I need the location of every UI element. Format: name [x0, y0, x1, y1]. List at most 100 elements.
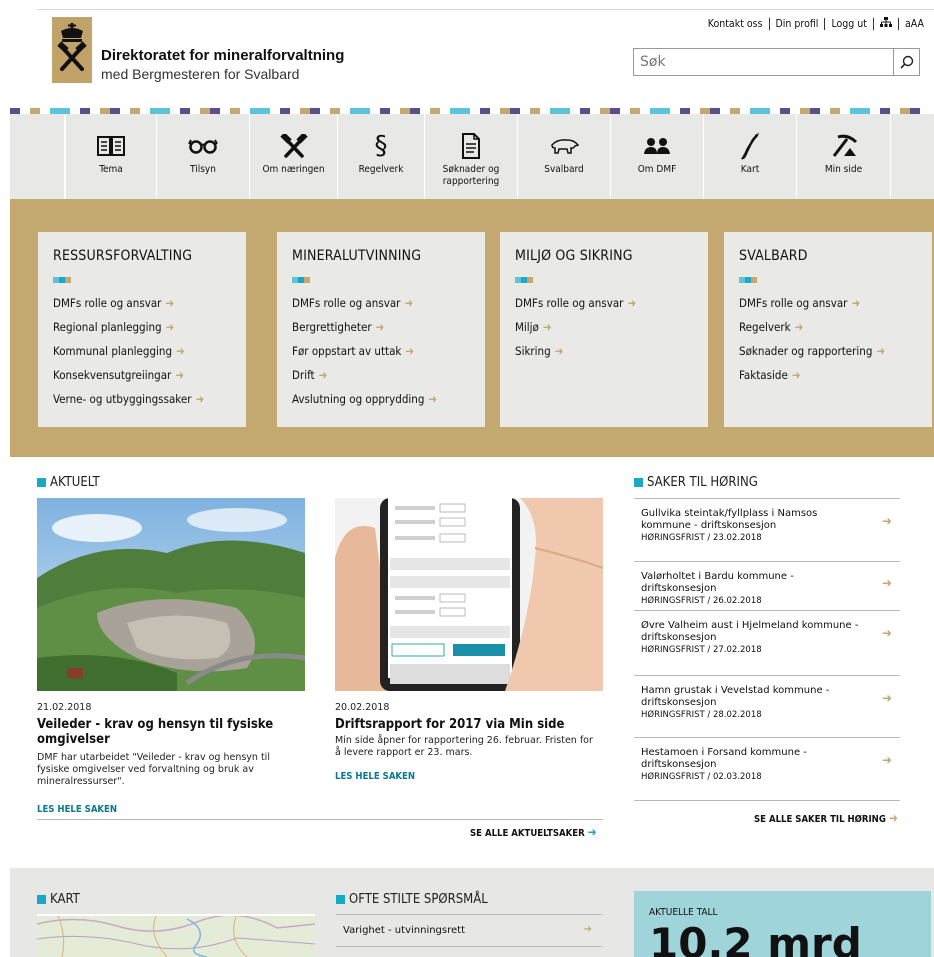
hearing-item[interactable]: Hestamoen i Forsand kommune - driftskons… — [634, 737, 900, 782]
nav-svalbard[interactable]: Svalbard — [518, 114, 611, 199]
see-all-news-link[interactable]: SE ALLE AKTUELTSAKER ➜ — [470, 825, 597, 839]
card-title[interactable]: MILJØ OG SIKRING — [515, 248, 693, 264]
top-links: Kontakt oss Din profil Logg ut aAA — [708, 17, 924, 31]
nav-tilsyn[interactable]: Tilsyn — [157, 114, 250, 199]
horing-heading: SAKER TIL HØRING — [634, 475, 758, 490]
card-title[interactable]: MINERALUTVINNING — [292, 248, 470, 264]
nav-regelverk[interactable]: § Regelverk — [338, 114, 425, 199]
card-marker — [53, 277, 231, 283]
card-link-text: Faktaside — [739, 368, 788, 382]
arrow-right-icon: ➜ — [794, 320, 804, 334]
nav-label: Tema — [99, 164, 123, 175]
document-icon — [461, 132, 481, 160]
card-link-text: Søknader og rapportering — [739, 344, 873, 358]
news-title[interactable]: Veileder - krav og hensyn til fysiske om… — [37, 717, 307, 747]
card-link[interactable]: Kommunal planlegging ➜ — [53, 339, 231, 363]
main-nav: Tema Tilsyn Om næringen § Regelverk Søknader … — [10, 114, 934, 199]
hearing-item[interactable]: Øvre Valheim aust i Hjelmeland kommune -… — [634, 610, 900, 655]
nav-label: Regelverk — [358, 164, 404, 175]
hearing-title: Hamn grustak i Vevelstad kommune - drift… — [641, 685, 830, 708]
nav-om-næringen[interactable]: Om næringen — [250, 114, 338, 199]
profile-link[interactable]: Din profil — [776, 18, 819, 30]
nav-kart[interactable]: Kart — [704, 114, 797, 199]
card-link[interactable]: Søknader og rapportering ➜ — [739, 339, 917, 363]
arrow-right-icon: ➜ — [888, 811, 898, 825]
nav-om-dmf[interactable]: Om DMF — [611, 114, 704, 199]
aktuelt-heading: AKTUELT — [37, 475, 100, 490]
book-icon — [97, 132, 125, 160]
card-link[interactable]: Konsekvensutgreiingar ➜ — [53, 363, 231, 387]
card-title[interactable]: RESSURSFORVALTING — [53, 248, 231, 264]
news-image-quarry[interactable] — [37, 498, 306, 691]
hearing-item[interactable]: Valørholtet i Bardu kommune - driftskons… — [634, 561, 900, 606]
search-input[interactable] — [634, 49, 893, 75]
text-size-link[interactable]: aAA — [905, 18, 924, 30]
pickaxe-icon — [830, 132, 858, 160]
arrow-right-icon: ➜ — [375, 320, 385, 334]
arrow-right-icon: ➜ — [583, 924, 592, 935]
faq-heading-text: OFTE STILTE SPØRSMÅL — [349, 892, 488, 907]
current-figures-box[interactable]: AKTUELLE TALL 10,2 mrd — [634, 891, 931, 957]
logout-link[interactable]: Logg ut — [831, 18, 867, 30]
hearing-deadline: HØRINGSFRIST / 26.02.2018 — [641, 596, 762, 606]
norway-map-icon — [739, 132, 761, 160]
dmf-logo[interactable] — [52, 17, 92, 83]
read-more-link[interactable]: LES HELE SAKEN — [37, 804, 117, 815]
card-link[interactable]: Regional planlegging ➜ — [53, 315, 231, 339]
current-figures-value: 10,2 mrd — [649, 919, 862, 957]
card-link[interactable]: DMFs rolle og ansvar ➜ — [739, 291, 917, 315]
org-name[interactable]: Direktoratet for mineralforvaltning — [101, 47, 344, 64]
card-link[interactable]: DMFs rolle og ansvar ➜ — [292, 291, 470, 315]
card-title[interactable]: SVALBARD — [739, 248, 917, 264]
nav-søknader-og-rapportering[interactable]: Søknader og rapportering — [425, 114, 518, 199]
arrow-right-icon: ➜ — [881, 691, 892, 705]
news-title[interactable]: Driftsrapport for 2017 via Min side — [335, 717, 605, 732]
card-link[interactable]: Regelverk ➜ — [739, 315, 917, 339]
search-button[interactable] — [893, 49, 919, 75]
see-all-news-text: SE ALLE AKTUELTSAKER — [470, 828, 585, 839]
arrow-right-icon: ➜ — [404, 296, 414, 310]
heading-marker — [37, 478, 46, 487]
people-icon — [643, 132, 671, 160]
nav-tema[interactable]: Tema — [65, 114, 157, 199]
card-link[interactable]: Avslutning og opprydding ➜ — [292, 387, 470, 411]
paragraph-icon: § — [374, 131, 388, 161]
heading-marker — [336, 895, 345, 904]
card-link[interactable]: DMFs rolle og ansvar ➜ — [53, 291, 231, 315]
hearing-item[interactable]: Gullvika steintak/fyllplass i Namsos kom… — [634, 498, 900, 543]
card-link[interactable]: Verne- og utbyggingssaker ➜ — [53, 387, 231, 411]
topic-card: MINERALUTVINNING DMFs rolle og ansvar ➜ Ber… — [277, 232, 485, 427]
glasses-icon — [188, 132, 218, 160]
read-more-link[interactable]: LES HELE SAKEN — [335, 771, 415, 782]
separator — [768, 18, 770, 30]
nav-min-side[interactable]: Min side — [797, 114, 891, 199]
nav-label: Svalbard — [544, 164, 584, 175]
hammers-icon — [279, 132, 308, 160]
map-preview[interactable] — [37, 914, 315, 957]
card-link[interactable]: Før oppstart av uttak ➜ — [292, 339, 470, 363]
sitemap-icon[interactable] — [879, 17, 892, 31]
contact-link[interactable]: Kontakt oss — [708, 18, 763, 30]
card-link[interactable]: Drift ➜ — [292, 363, 470, 387]
news-image-phone[interactable] — [335, 498, 604, 691]
faq-item[interactable]: Varighet - utvinningsrett ➜ — [336, 914, 602, 946]
card-link[interactable]: Sikring ➜ — [515, 339, 693, 363]
card-link[interactable]: Faktaside ➜ — [739, 363, 917, 387]
card-link[interactable]: Bergrettigheter ➜ — [292, 315, 470, 339]
faq-item-text: Varighet - utvinningsrett — [343, 925, 465, 936]
see-all-horing-link[interactable]: SE ALLE SAKER TIL HØRING ➜ — [754, 811, 898, 825]
kart-heading: KART — [37, 892, 80, 907]
org-subtitle: med Bergmesteren for Svalbard — [101, 66, 300, 82]
card-link[interactable]: DMFs rolle og ansvar ➜ — [515, 291, 693, 315]
nav-label: Min side — [824, 164, 863, 175]
arrow-right-icon: ➜ — [627, 296, 637, 310]
hearing-deadline: HØRINGSFRIST / 28.02.2018 — [641, 710, 762, 720]
arrow-right-icon: ➜ — [554, 344, 564, 358]
topic-card: SVALBARD DMFs rolle og ansvar ➜ Regelverk ➜ S… — [724, 232, 932, 427]
arrow-right-icon: ➜ — [851, 296, 861, 310]
topic-card: MILJØ OG SIKRING DMFs rolle og ansvar ➜ Mil… — [500, 232, 708, 427]
hearing-item[interactable]: Hamn grustak i Vevelstad kommune - drift… — [634, 675, 900, 720]
separator — [897, 18, 899, 30]
card-link[interactable]: Miljø ➜ — [515, 315, 693, 339]
faq-item[interactable] — [336, 946, 602, 957]
